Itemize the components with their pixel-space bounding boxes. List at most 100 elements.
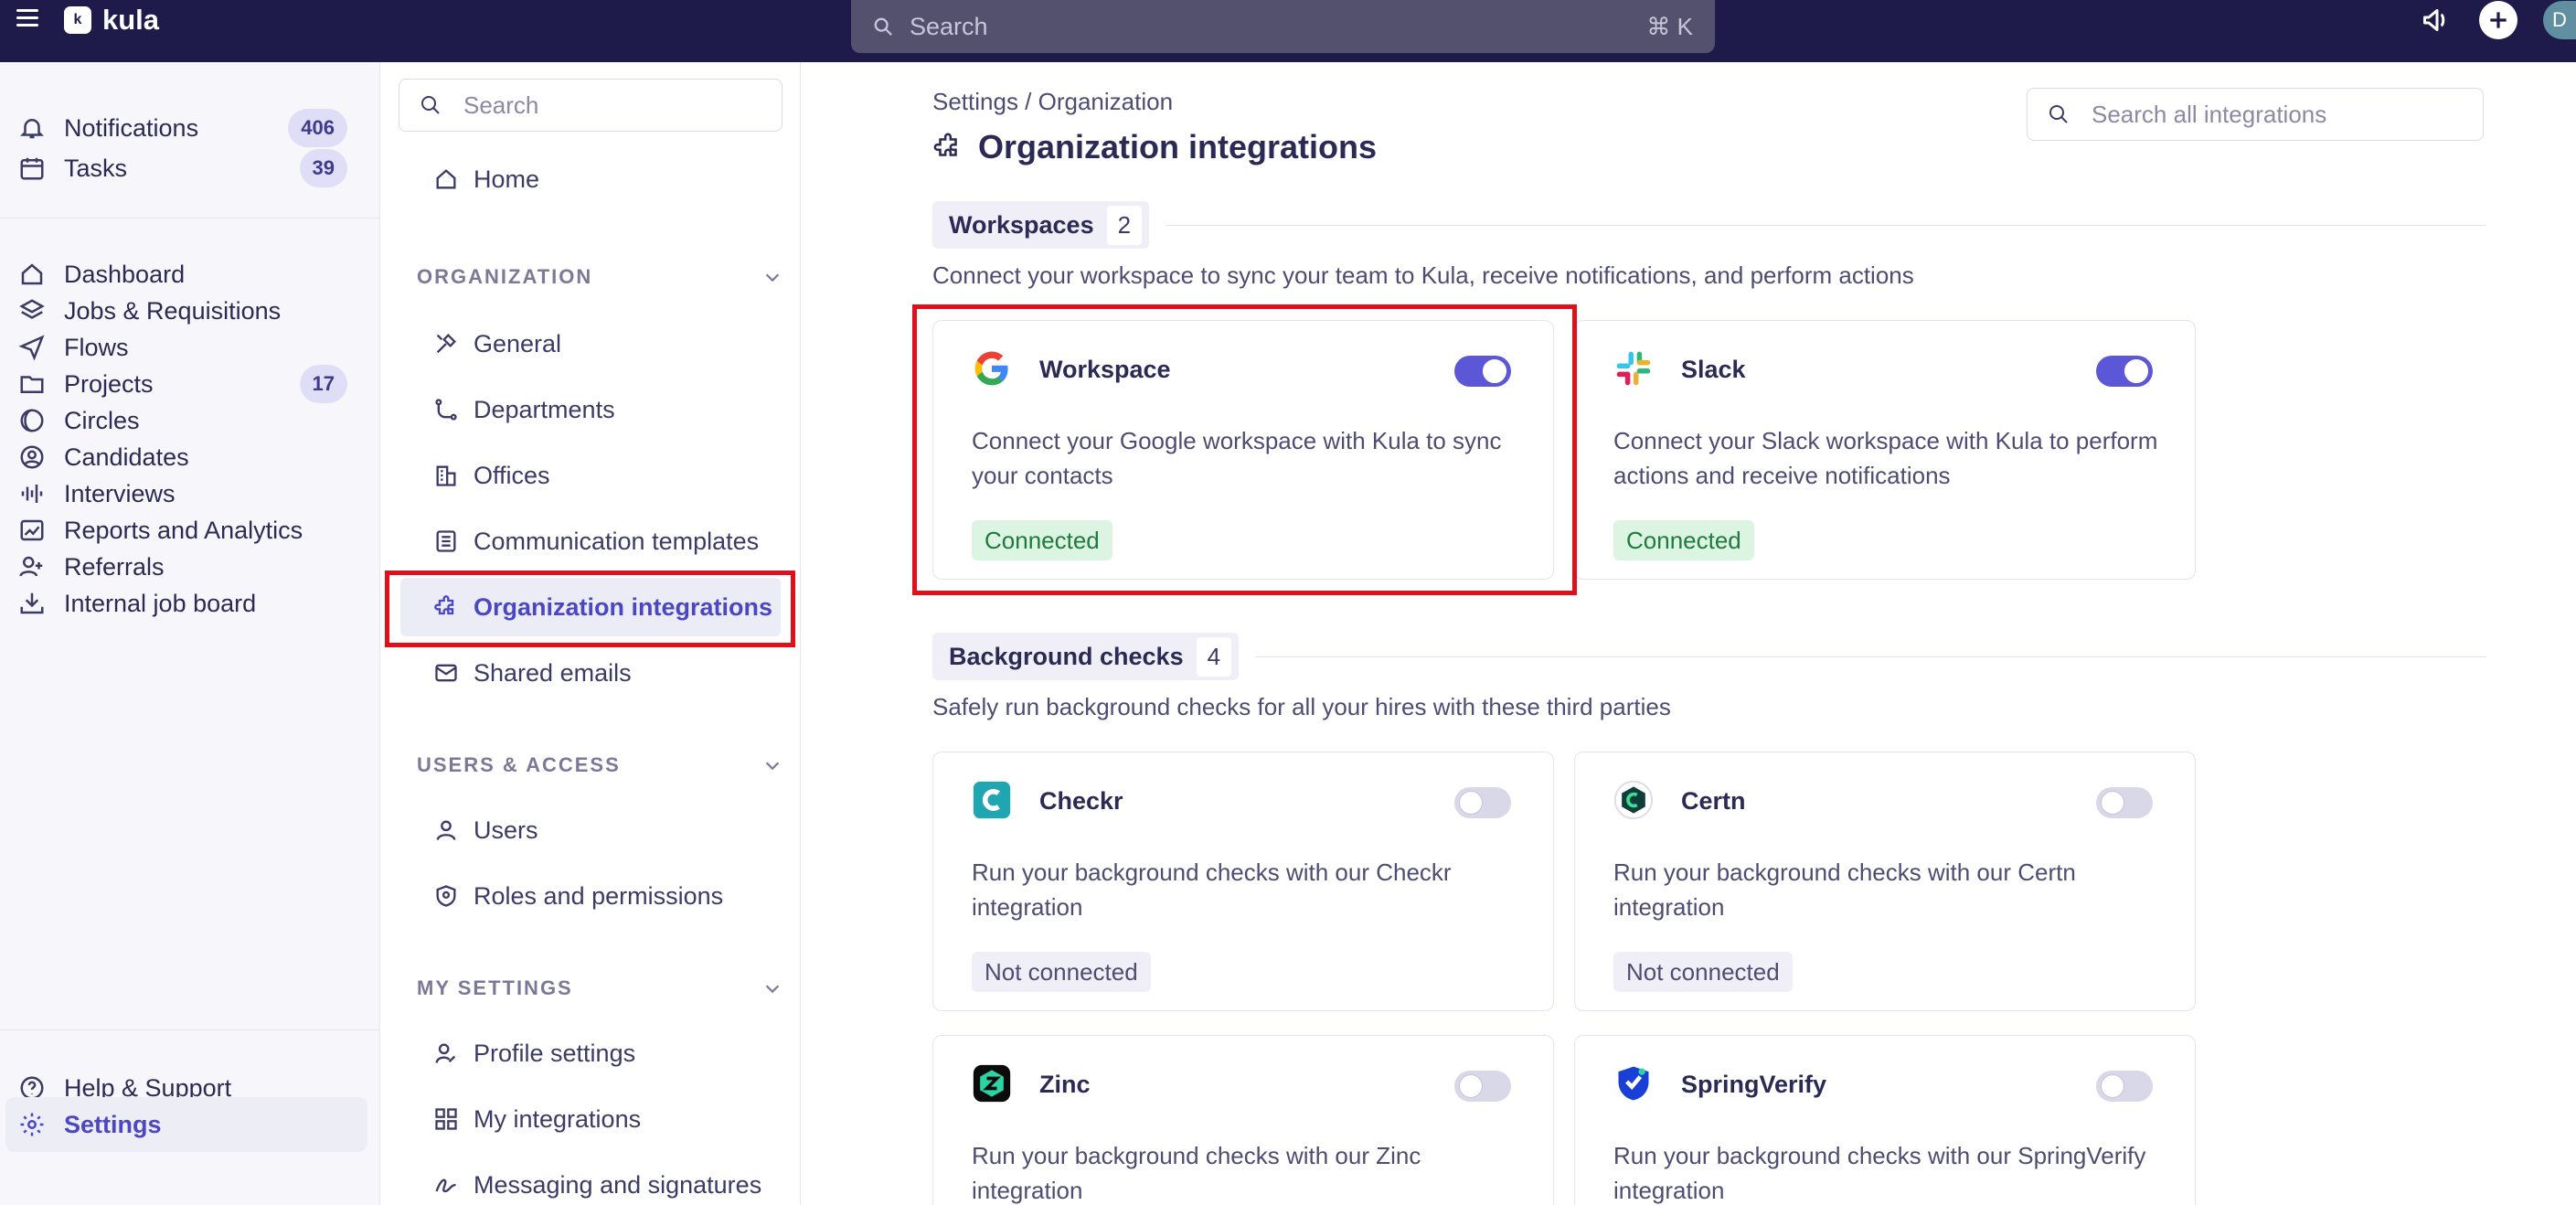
integration-description: Run your background checks with our Chec… [972,858,1452,921]
megaphone-icon[interactable] [2421,4,2454,37]
calendar-check-icon [16,153,48,184]
search-placeholder: Search all integrations [2092,100,2327,128]
integration-toggle[interactable] [2096,356,2153,387]
avatar[interactable]: D [2543,1,2576,39]
section-organization[interactable]: ORGANIZATION [417,265,782,289]
search-shortcut: ⌘ K [1646,12,1693,40]
nav-divider [0,218,380,219]
integration-card-certn[interactable]: Certn Run your background checks with ou… [1574,752,2196,1011]
chevron-down-icon [765,762,780,771]
settings-item-label: Profile settings [474,1039,636,1067]
tasks-count-badge: 39 [299,149,347,187]
integration-toggle[interactable] [1454,787,1511,818]
status-badge: Not connected [972,952,1151,992]
integration-name: Checkr [1039,787,1123,815]
settings-item-label: Roles and permissions [474,881,724,910]
integration-description: Connect your Slack workspace with Kula t… [1613,427,2158,489]
settings-item-label: Departments [474,395,615,423]
grid-icon [435,1108,457,1130]
create-new-button[interactable] [2479,1,2517,39]
integration-name: Slack [1681,356,1746,383]
sidebar-item-job-board[interactable]: Internal job board [0,576,375,631]
sidebar-item-label: Settings [64,1110,162,1138]
settings-item-users[interactable]: Users [400,801,781,859]
settings-item-messaging[interactable]: Messaging and signatures [400,1156,781,1205]
section-name: Background checks [949,642,1184,670]
brand-name: kula [102,4,160,36]
integration-name: Zinc [1039,1071,1091,1098]
settings-item-label: My integrations [474,1104,642,1133]
settings-item-home[interactable]: Home [400,150,781,208]
checkr-icon [973,781,1011,819]
home-icon [436,169,456,189]
settings-item-label: Offices [474,461,550,489]
top-bar: k kula Search ⌘ K D [0,0,2576,62]
section-description: Safely run background checks for all you… [932,693,1671,720]
settings-item-label: Shared emails [474,658,632,687]
bell-icon [16,112,48,144]
puzzle-icon [933,133,957,156]
settings-item-roles[interactable]: Roles and permissions [400,867,781,925]
settings-search-input[interactable]: Search [399,79,782,132]
settings-item-label: Messaging and signatures [474,1170,762,1199]
integration-card-checkr[interactable]: Checkr Run your background checks with o… [932,752,1554,1011]
user-edit-icon [435,1043,456,1063]
building-icon [436,465,456,486]
section-count: 2 [1106,205,1143,245]
zinc-icon [973,1064,1011,1103]
settings-item-profile[interactable]: Profile settings [400,1024,781,1082]
settings-item-templates[interactable]: Communication templates [400,512,781,571]
document-icon [436,530,456,552]
integration-card-zinc[interactable]: Zinc Run your background checks with our… [932,1035,1554,1205]
hierarchy-icon [435,399,457,421]
menu-icon[interactable] [16,9,38,29]
user-icon [436,820,456,840]
section-background-checks: Background checks 4 [932,633,2486,680]
sidebar-item-label: Tasks [64,154,128,182]
settings-item-label: Users [474,816,538,844]
main-sidebar: Notifications 406 Tasks 39 Dashboard Job… [0,62,380,1205]
settings-item-departments[interactable]: Departments [400,380,781,439]
settings-item-general[interactable]: General [400,315,781,373]
app-logo[interactable]: k kula [64,4,159,37]
global-search-input[interactable]: Search ⌘ K [851,0,1715,53]
tools-icon [436,334,456,354]
integration-description: Run your background checks with our Spri… [1613,1142,2146,1204]
sidebar-item-label: Notifications [64,113,199,142]
integration-toggle[interactable] [2096,1071,2153,1102]
toggle-knob [2101,1074,2124,1098]
settings-item-label: Communication templates [474,527,760,555]
breadcrumb[interactable]: Settings / Organization [932,88,1173,116]
section-my-settings[interactable]: MY SETTINGS [417,976,782,1000]
integration-card-springverify[interactable]: SpringVerify Run your background checks … [1574,1035,2196,1205]
divider [1166,224,2486,226]
section-users-access[interactable]: USERS & ACCESS [417,753,782,777]
settings-item-offices[interactable]: Offices [400,446,781,505]
sidebar-item-tasks[interactable]: Tasks 39 [0,141,375,196]
toggle-knob [2124,359,2148,383]
section-workspaces: Workspaces 2 [932,201,2486,249]
search-icon [2049,105,2068,123]
section-count: 4 [1196,636,1232,677]
settings-item-shared-emails[interactable]: Shared emails [400,644,781,702]
settings-item-my-integrations[interactable]: My integrations [400,1090,781,1148]
integrations-search-input[interactable]: Search all integrations [2027,88,2484,141]
integration-card-slack[interactable]: Slack Connect your Slack workspace with … [1574,320,2196,580]
highlight-box [385,571,795,647]
toggle-knob [1459,1074,1483,1098]
highlight-box [912,304,1577,595]
integration-toggle[interactable] [2096,787,2153,818]
integration-name: Certn [1681,787,1746,815]
signature-icon [435,1178,456,1193]
section-title: USERS & ACCESS [417,753,621,776]
sidebar-item-label: Internal job board [64,589,257,617]
plus-icon [2490,12,2507,28]
section-name: Workspaces [949,210,1094,239]
integration-toggle[interactable] [1454,1071,1511,1102]
toggle-knob [2101,791,2124,815]
sidebar-item-settings[interactable]: Settings [5,1097,367,1152]
settings-item-label: Home [474,165,540,193]
shield-user-icon [436,885,456,907]
status-badge: Not connected [1613,952,1793,992]
status-badge: Connected [1613,520,1754,560]
